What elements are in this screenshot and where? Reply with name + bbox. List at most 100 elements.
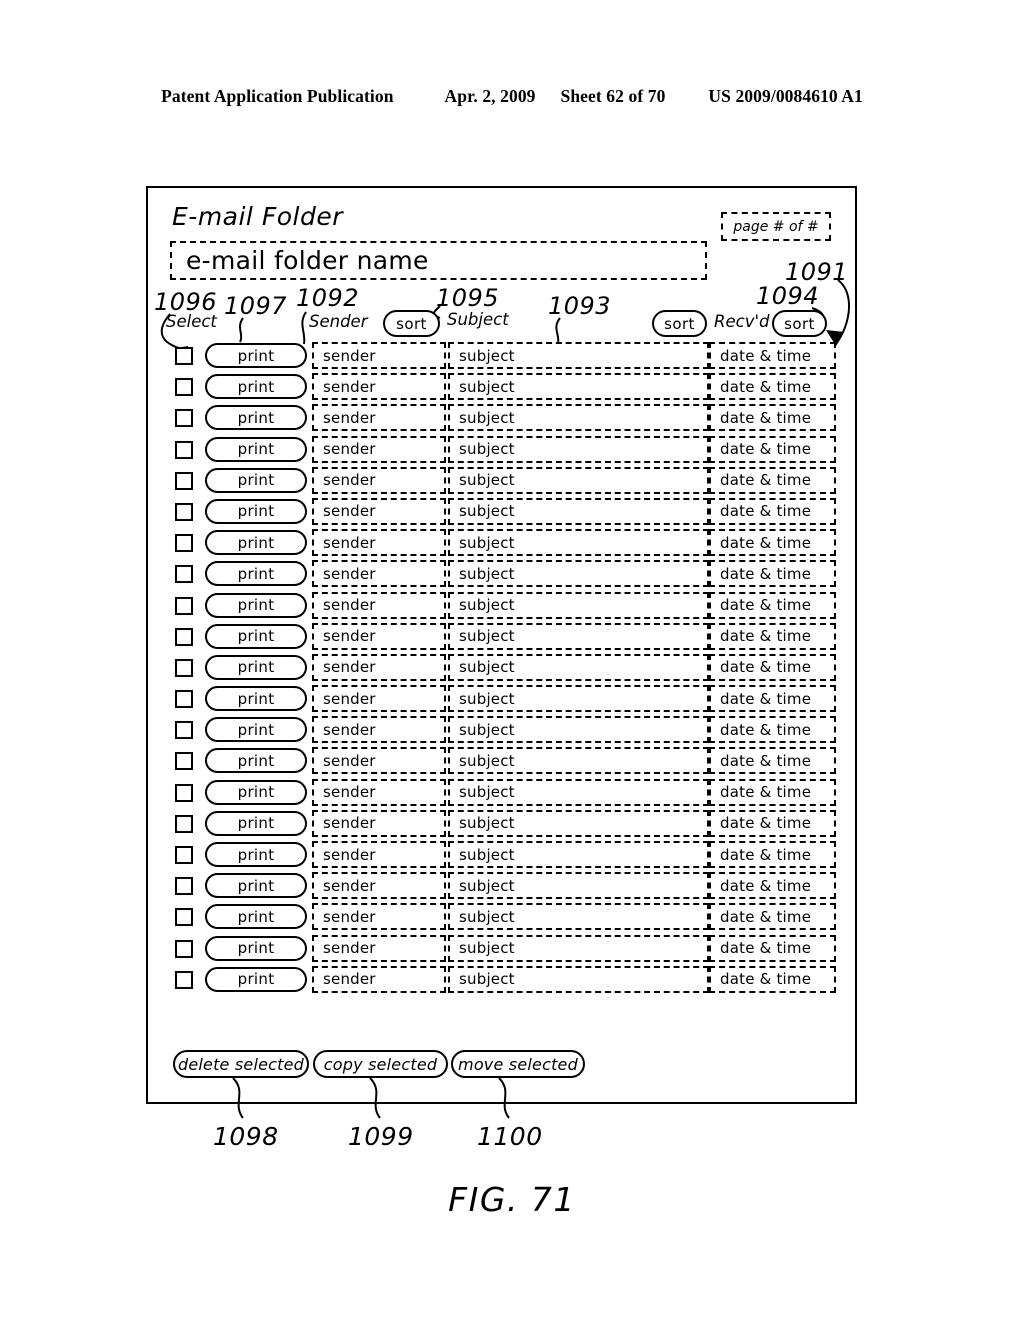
row-sender-cell[interactable]: sender xyxy=(312,560,446,588)
row-subject-cell[interactable]: subject xyxy=(448,778,709,806)
delete-selected-button[interactable]: delete selected xyxy=(173,1050,309,1078)
row-date-cell[interactable]: date & time xyxy=(709,497,836,525)
row-print-button[interactable]: print xyxy=(205,592,307,618)
row-select-checkbox[interactable] xyxy=(175,596,193,615)
row-subject-cell[interactable]: subject xyxy=(448,809,709,837)
row-sender-cell[interactable]: sender xyxy=(312,373,446,401)
row-print-button[interactable]: print xyxy=(205,810,307,836)
row-select-checkbox[interactable] xyxy=(175,627,193,646)
row-date-cell[interactable]: date & time xyxy=(709,342,836,369)
sort-button-subject[interactable]: sort xyxy=(652,310,707,337)
row-date-cell[interactable]: date & time xyxy=(709,841,836,868)
row-date-cell[interactable]: date & time xyxy=(709,809,836,837)
row-sender-cell[interactable]: sender xyxy=(312,497,446,525)
row-print-button[interactable]: print xyxy=(205,374,307,400)
row-date-cell[interactable]: date & time xyxy=(709,591,836,619)
row-select-checkbox[interactable] xyxy=(175,721,193,740)
row-sender-cell[interactable]: sender xyxy=(312,841,446,868)
move-selected-button[interactable]: move selected xyxy=(451,1050,585,1078)
row-sender-cell[interactable]: sender xyxy=(312,685,446,713)
row-date-cell[interactable]: date & time xyxy=(709,965,836,993)
row-select-checkbox[interactable] xyxy=(175,752,193,771)
row-sender-cell[interactable]: sender xyxy=(312,934,446,962)
row-subject-cell[interactable]: subject xyxy=(448,653,709,681)
row-print-button[interactable]: print xyxy=(205,561,307,587)
row-date-cell[interactable]: date & time xyxy=(709,373,836,401)
row-date-cell[interactable]: date & time xyxy=(709,934,836,962)
row-subject-cell[interactable]: subject xyxy=(448,872,709,900)
row-date-cell[interactable]: date & time xyxy=(709,404,836,432)
row-print-button[interactable]: print xyxy=(205,966,307,992)
row-sender-cell[interactable]: sender xyxy=(312,872,446,900)
row-subject-cell[interactable]: subject xyxy=(448,841,709,868)
row-select-checkbox[interactable] xyxy=(175,534,193,553)
row-print-button[interactable]: print xyxy=(205,467,307,493)
row-select-checkbox[interactable] xyxy=(175,471,193,490)
row-subject-cell[interactable]: subject xyxy=(448,497,709,525)
row-subject-cell[interactable]: subject xyxy=(448,591,709,619)
row-select-checkbox[interactable] xyxy=(175,690,193,709)
folder-name-field[interactable]: e-mail folder name xyxy=(170,241,707,280)
row-subject-cell[interactable]: subject xyxy=(448,903,709,931)
row-select-checkbox[interactable] xyxy=(175,440,193,459)
row-date-cell[interactable]: date & time xyxy=(709,529,836,557)
row-sender-cell[interactable]: sender xyxy=(312,809,446,837)
row-subject-cell[interactable]: subject xyxy=(448,529,709,557)
row-select-checkbox[interactable] xyxy=(175,814,193,833)
row-date-cell[interactable]: date & time xyxy=(709,653,836,681)
row-sender-cell[interactable]: sender xyxy=(312,342,446,369)
row-subject-cell[interactable]: subject xyxy=(448,435,709,463)
row-select-checkbox[interactable] xyxy=(175,347,193,365)
row-print-button[interactable]: print xyxy=(205,436,307,462)
row-subject-cell[interactable]: subject xyxy=(448,404,709,432)
row-sender-cell[interactable]: sender xyxy=(312,466,446,494)
row-sender-cell[interactable]: sender xyxy=(312,435,446,463)
row-select-checkbox[interactable] xyxy=(175,658,193,677)
row-select-checkbox[interactable] xyxy=(175,846,193,864)
sort-button-sender[interactable]: sort xyxy=(383,310,440,337)
row-print-button[interactable]: print xyxy=(205,498,307,524)
row-select-checkbox[interactable] xyxy=(175,908,193,927)
row-select-checkbox[interactable] xyxy=(175,409,193,428)
row-date-cell[interactable]: date & time xyxy=(709,435,836,463)
row-subject-cell[interactable]: subject xyxy=(448,685,709,713)
row-date-cell[interactable]: date & time xyxy=(709,747,836,775)
row-print-button[interactable]: print xyxy=(205,343,307,368)
row-select-checkbox[interactable] xyxy=(175,378,193,397)
row-subject-cell[interactable]: subject xyxy=(448,747,709,775)
row-print-button[interactable]: print xyxy=(205,873,307,899)
row-subject-cell[interactable]: subject xyxy=(448,342,709,369)
row-select-checkbox[interactable] xyxy=(175,783,193,802)
row-date-cell[interactable]: date & time xyxy=(709,466,836,494)
row-date-cell[interactable]: date & time xyxy=(709,622,836,650)
row-date-cell[interactable]: date & time xyxy=(709,872,836,900)
row-print-button[interactable]: print xyxy=(205,748,307,774)
row-date-cell[interactable]: date & time xyxy=(709,685,836,713)
row-date-cell[interactable]: date & time xyxy=(709,778,836,806)
row-select-checkbox[interactable] xyxy=(175,939,193,958)
row-sender-cell[interactable]: sender xyxy=(312,653,446,681)
row-sender-cell[interactable]: sender xyxy=(312,747,446,775)
row-subject-cell[interactable]: subject xyxy=(448,716,709,744)
row-sender-cell[interactable]: sender xyxy=(312,529,446,557)
row-sender-cell[interactable]: sender xyxy=(312,622,446,650)
row-print-button[interactable]: print xyxy=(205,842,307,867)
row-print-button[interactable]: print xyxy=(205,686,307,712)
row-subject-cell[interactable]: subject xyxy=(448,622,709,650)
row-select-checkbox[interactable] xyxy=(175,970,193,989)
row-print-button[interactable]: print xyxy=(205,623,307,649)
row-date-cell[interactable]: date & time xyxy=(709,716,836,744)
row-subject-cell[interactable]: subject xyxy=(448,965,709,993)
row-sender-cell[interactable]: sender xyxy=(312,591,446,619)
row-sender-cell[interactable]: sender xyxy=(312,903,446,931)
row-print-button[interactable]: print xyxy=(205,654,307,680)
row-print-button[interactable]: print xyxy=(205,935,307,961)
sort-button-received[interactable]: sort xyxy=(772,310,827,337)
row-date-cell[interactable]: date & time xyxy=(709,903,836,931)
row-sender-cell[interactable]: sender xyxy=(312,965,446,993)
row-select-checkbox[interactable] xyxy=(175,565,193,584)
row-print-button[interactable]: print xyxy=(205,717,307,743)
row-select-checkbox[interactable] xyxy=(175,502,193,521)
row-print-button[interactable]: print xyxy=(205,904,307,930)
row-print-button[interactable]: print xyxy=(205,405,307,431)
